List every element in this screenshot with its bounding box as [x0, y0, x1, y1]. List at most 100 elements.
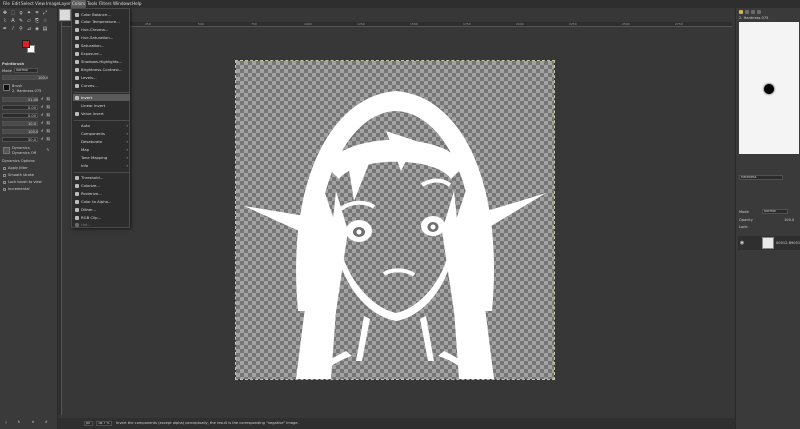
gradient-icon[interactable]: ▤	[42, 26, 48, 32]
angle-reset-icon[interactable]: ↺	[40, 113, 44, 118]
angle-link-icon[interactable]: ⛓	[46, 113, 50, 118]
warp-icon[interactable]: ⌇	[2, 18, 8, 24]
history-tab-icon[interactable]	[757, 10, 761, 14]
menu-item-saturation[interactable]: Saturation...	[73, 42, 130, 49]
clone-icon[interactable]: ⎘	[34, 18, 40, 24]
hardness-reset-icon[interactable]: ↺	[40, 129, 44, 134]
size-reset-icon[interactable]: ↺	[40, 97, 44, 102]
menu-colors[interactable]: Colors	[71, 0, 87, 8]
foreground-color-swatch[interactable]	[22, 40, 30, 48]
aspect-link-icon[interactable]: ⛓	[46, 105, 50, 110]
lock-brush-checkbox[interactable]	[3, 181, 6, 184]
menu-item-levels[interactable]: Levels...	[73, 74, 130, 81]
menu-windows[interactable]: Windows	[112, 1, 133, 7]
spacing-reset-icon[interactable]: ↺	[40, 121, 44, 126]
rect-select-icon[interactable]: ⬚	[10, 10, 16, 16]
menu-item-linear-invert[interactable]: Linear Invert	[73, 102, 130, 109]
menu-help[interactable]: Help	[131, 1, 143, 7]
menu-item-map[interactable]: Map ›	[73, 146, 130, 153]
status-message: Invert the components (except alpha) per…	[116, 421, 299, 425]
menu-item-invert[interactable]: Invert	[73, 94, 130, 101]
menu-item-hue-saturation[interactable]: Hue-Saturation...	[73, 34, 130, 41]
shadows-highlights-icon	[75, 59, 79, 64]
force-reset-icon[interactable]: ↺	[40, 137, 44, 142]
menu-item-curves[interactable]: Curves...	[73, 82, 130, 89]
move-tool-icon[interactable]: ✥	[2, 10, 8, 16]
paintbrush-icon[interactable]: ✎	[18, 18, 24, 24]
patterns-tab-icon[interactable]	[745, 10, 749, 14]
hardness-link-icon[interactable]: ⛓	[46, 129, 50, 134]
menu-item-exposure[interactable]: Exposure...	[73, 50, 130, 57]
angle-value: 0.00	[28, 114, 37, 118]
menu-filters[interactable]: Filters	[98, 1, 113, 7]
menu-select[interactable]: Select	[20, 1, 35, 7]
menu-item-auto[interactable]: Auto ›	[73, 122, 130, 129]
aspect-reset-icon[interactable]: ↺	[40, 105, 44, 110]
eraser-icon[interactable]: ▱	[26, 18, 32, 24]
text-icon[interactable]: A	[10, 18, 16, 24]
menu-item-label: Colorize...	[81, 183, 100, 188]
apply-jitter-label: Apply Jitter	[8, 166, 28, 170]
menu-item-info[interactable]: Info ›	[73, 162, 130, 169]
menu-item-shadows-highlights[interactable]: Shadows-Highlights...	[73, 58, 130, 65]
incremental-checkbox[interactable]	[3, 188, 6, 191]
menu-item-color-temperature[interactable]: Color Temperature...	[73, 18, 130, 25]
menu-item-desaturate[interactable]: Desaturate ›	[73, 138, 130, 145]
menu-item-components[interactable]: Components ›	[73, 130, 130, 137]
color-picker-icon[interactable]: ⁄	[10, 26, 16, 32]
menu-item-color-to-alpha[interactable]: Color to Alpha...	[73, 198, 130, 205]
zoom-select[interactable]: 16.7 %	[96, 421, 112, 426]
apply-jitter-checkbox[interactable]	[3, 167, 6, 170]
spacing-link-icon[interactable]: ⛓	[46, 121, 50, 126]
menu-file[interactable]: File	[2, 1, 11, 7]
brushes-tab-icon[interactable]	[739, 10, 743, 14]
force-link-icon[interactable]: ⛓	[46, 137, 50, 142]
delete-options-icon[interactable]: ✕	[31, 420, 35, 425]
menu-item-value-invert[interactable]: Value Invert	[73, 110, 130, 117]
smudge-icon[interactable]: ☝	[42, 18, 48, 24]
menu-item-brightness-contrast[interactable]: Brightness-Contrast...	[73, 66, 130, 73]
eye-icon[interactable]: ◉	[739, 240, 745, 246]
restore-options-icon[interactable]: ↻	[17, 420, 21, 425]
menu-item-posterize[interactable]: Posterize...	[73, 190, 130, 197]
brush-preset-select[interactable]: Hardness	[739, 175, 783, 180]
layers-mode-select[interactable]: Normal	[762, 209, 788, 214]
image-canvas[interactable]	[235, 60, 555, 380]
bucket-fill-icon[interactable]: ◈	[34, 26, 40, 32]
brush-thumbnail[interactable]	[3, 84, 10, 91]
smooth-stroke-checkbox[interactable]	[3, 174, 6, 177]
fonts-tab-icon[interactable]	[751, 10, 755, 14]
menu-tools[interactable]: Tools	[86, 1, 98, 7]
unified-transform-icon[interactable]: ⤢	[42, 10, 48, 16]
menu-item-color-balance[interactable]: Color Balance...	[73, 11, 130, 18]
crop-icon[interactable]: ⌗	[34, 10, 40, 16]
vertical-ruler[interactable]	[58, 22, 62, 415]
menu-item-colorize[interactable]: Colorize...	[73, 182, 130, 189]
fuzzy-select-icon[interactable]: ✦	[26, 10, 32, 16]
submenu-arrow-icon: ›	[126, 131, 128, 136]
path-icon[interactable]: ✒	[2, 26, 8, 32]
size-link-icon[interactable]: ⛓	[46, 97, 50, 102]
mode-select[interactable]: Normal	[14, 68, 38, 73]
measure-icon[interactable]: ⊿	[26, 26, 32, 32]
unit-select[interactable]: px	[84, 421, 93, 426]
dynamics-edit-icon[interactable]: ✎	[46, 148, 50, 153]
menu-item-threshold[interactable]: Threshold...	[73, 174, 130, 181]
dynamics-options-expander[interactable]: Dynamics Options	[2, 159, 35, 163]
menu-item-label: Hot...	[81, 222, 92, 227]
horizontal-ruler[interactable]: 250 500 750 1000 1250 1500 1750 2000 225…	[62, 22, 732, 27]
lasso-icon[interactable]: ϙ	[18, 10, 24, 16]
spacing-value: 10.0	[28, 122, 37, 126]
dynamics-thumbnail[interactable]	[3, 147, 10, 154]
menu-layer[interactable]: Layer	[58, 1, 72, 7]
save-options-icon[interactable]: ⤓	[4, 420, 8, 425]
layer-name[interactable]: 00012-890513	[776, 241, 800, 245]
size-value: 51.00	[28, 98, 39, 102]
menu-item-tone-mapping[interactable]: Tone Mapping ›	[73, 154, 130, 161]
menu-item-hue-chroma[interactable]: Hue-Chroma...	[73, 26, 130, 33]
menu-item-rgb-clip[interactable]: RGB Clip...	[73, 214, 130, 221]
image-thumbnail-tab[interactable]	[59, 9, 71, 21]
reset-options-icon[interactable]: ↺	[44, 420, 48, 425]
zoom-icon[interactable]: ⚲	[18, 26, 24, 32]
menu-item-dither[interactable]: Dither...	[73, 206, 130, 213]
